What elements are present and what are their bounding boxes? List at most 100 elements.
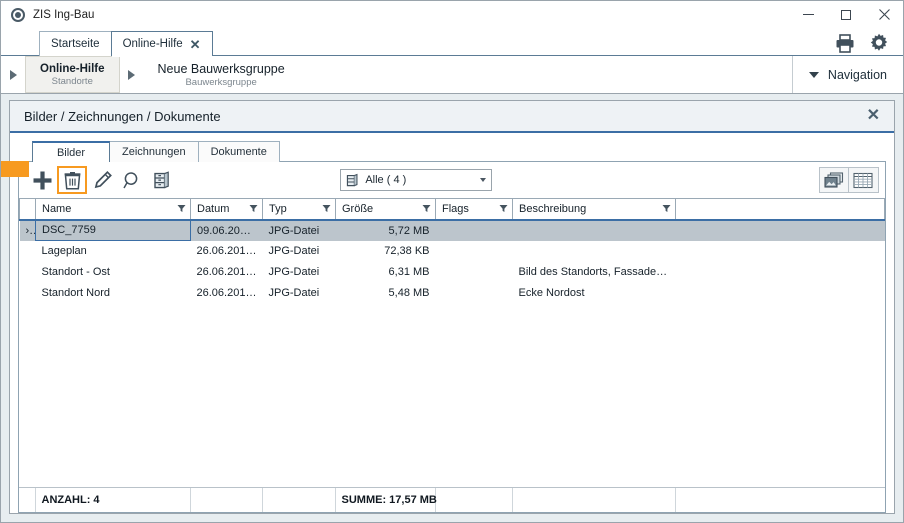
cell-typ: JPG-Datei (268, 245, 320, 257)
cell-groesse: 72,38 KB (384, 245, 430, 257)
breadcrumb-item-bauwerksgruppe[interactable]: Neue Bauwerksgruppe Bauwerksgruppe (144, 56, 299, 93)
filter-funnel-icon-groesse[interactable] (422, 204, 431, 213)
add-icon[interactable] (27, 166, 57, 194)
cell-datum: 26.06.2019 15:56 (196, 287, 263, 299)
panel-header: Bilder / Zeichnungen / Dokumente ✕ (10, 101, 894, 133)
document-tab-strip: Startseite Online-Hilfe ✕ (1, 28, 903, 57)
table-empty-area (19, 303, 885, 487)
tab-zeichnungen[interactable]: Zeichnungen (109, 141, 199, 162)
cell-datum: 26.06.2019 15:56 (196, 266, 263, 278)
tab-dokumente-label: Dokumente (210, 146, 267, 158)
search-magnifier-icon[interactable] (117, 166, 147, 194)
row-indicator (20, 262, 36, 283)
archive-cabinet-icon[interactable] (147, 166, 177, 194)
filter-funnel-icon-name[interactable] (177, 204, 186, 213)
page-title: Bilder / Zeichnungen / Dokumente (24, 108, 221, 124)
summary-blank-beschreibung (511, 488, 676, 512)
row-indicator: › (19, 219, 36, 241)
file-table-body: › DSC_7759 09.06.2016 10:34 JPG-Datei 5,… (19, 219, 885, 304)
cell-datum: 09.06.2016 10:34 (190, 219, 263, 241)
print-icon[interactable] (835, 33, 855, 53)
minimize-icon[interactable] (789, 1, 827, 28)
row-indicator (20, 283, 36, 304)
tab-startseite-label: Startseite (51, 38, 100, 50)
filter-funnel-icon-flags[interactable] (499, 204, 508, 213)
filter-funnel-icon-typ[interactable] (322, 204, 331, 213)
navigation-toggle[interactable]: Navigation (791, 56, 903, 93)
tab-startseite[interactable]: Startseite (39, 31, 112, 56)
tab-bilder-label: Bilder (56, 146, 86, 159)
table-row[interactable]: › DSC_7759 09.06.2016 10:34 JPG-Datei 5,… (19, 219, 885, 241)
tab-bilder[interactable]: Bilder (32, 141, 110, 163)
column-header-name[interactable]: Name (35, 198, 191, 221)
breadcrumb-arrow-icon-2[interactable] (120, 56, 144, 93)
cell-name: Standort Nord (41, 287, 110, 299)
summary-sum: SUMME: 17,57 MB (334, 488, 437, 512)
breadcrumb-arrow-icon[interactable] (1, 56, 25, 93)
summary-blank-typ (261, 488, 336, 512)
table-row[interactable]: Standort Nord 26.06.2019 15:56 JPG-Datei… (20, 283, 885, 304)
summary-blank-datum (189, 488, 263, 512)
view-mode-buttons (818, 167, 879, 193)
chevron-down-icon-filter (480, 178, 487, 182)
column-header-beschreibung[interactable]: Beschreibung (512, 198, 676, 221)
scope-filter-value: Alle ( 4 ) (365, 174, 407, 186)
grid-view-icon[interactable] (848, 167, 879, 193)
column-header-flags-label: Flags (442, 202, 469, 215)
cell-typ: JPG-Datei (268, 266, 320, 278)
cell-beschreibung: Ecke Nordost (518, 287, 585, 299)
file-table-header-row: Name Datum Typ Größe Flags Beschreibung (19, 198, 885, 221)
column-header-flags[interactable]: Flags (435, 198, 513, 221)
media-panel: Bilder / Zeichnungen / Dokumente ✕ Bilde… (9, 100, 895, 514)
navigation-toggle-label: Navigation (827, 67, 887, 82)
cell-spacer (676, 262, 885, 283)
cell-flags (435, 219, 513, 241)
breadcrumb-item-bauwerksgruppe-label: Neue Bauwerksgruppe (157, 61, 285, 76)
row-indicator-column-header (19, 198, 36, 221)
title-bar: ZIS Ing-Bau (1, 1, 903, 28)
cell-groesse: 6,31 MB (388, 266, 430, 278)
summary-table: ANZAHL: 4 SUMME: 17,57 MB (19, 488, 885, 512)
cell-groesse: 5,72 MB (335, 219, 436, 241)
edit-pencil-icon[interactable] (87, 166, 117, 194)
maximize-icon[interactable] (827, 1, 865, 28)
archive-cabinet-icon-small (346, 173, 359, 188)
thumbnail-view-icon[interactable] (818, 167, 849, 193)
settings-gear-icon[interactable] (869, 33, 889, 53)
app-circle-icon (11, 7, 25, 22)
column-header-datum-label: Datum (197, 202, 230, 215)
table-row[interactable]: Lageplan 26.06.2019 15:56 JPG-Datei 72,3… (20, 241, 885, 262)
filter-funnel-icon-beschreibung[interactable] (662, 204, 671, 213)
breadcrumb: Online-Hilfe Standorte Neue Bauwerksgrup… (1, 56, 903, 94)
tab-close-icon[interactable]: ✕ (190, 38, 201, 51)
breadcrumb-item-bauwerksgruppe-sublabel: Bauwerksgruppe (185, 76, 257, 88)
tab-strip-tools (835, 33, 903, 56)
cell-beschreibung (512, 219, 676, 241)
summary-count: ANZAHL: 4 (34, 488, 191, 512)
cell-typ: JPG-Datei (268, 287, 320, 299)
panel-close-icon[interactable]: ✕ (863, 108, 884, 124)
cell-typ: JPG-Datei (262, 219, 336, 241)
cell-spacer (675, 219, 885, 241)
column-header-groesse[interactable]: Größe (335, 198, 436, 221)
file-table-wrapper: Name Datum Typ Größe Flags Beschreibung … (19, 198, 885, 487)
panel-body: Bilder Zeichnungen Dokumente Alle (4) … (10, 133, 894, 513)
breadcrumb-item-online-hilfe[interactable]: Online-Hilfe Standorte (25, 56, 120, 93)
left-edge-highlight-marker (1, 161, 29, 177)
table-row[interactable]: Standort - Ost 26.06.2019 15:56 JPG-Date… (20, 262, 885, 283)
column-header-typ[interactable]: Typ (262, 198, 336, 221)
tab-online-hilfe-label: Online-Hilfe (122, 38, 183, 50)
column-header-spacer (675, 198, 885, 221)
column-header-groesse-label: Größe (342, 202, 374, 215)
tab-dokumente[interactable]: Dokumente (197, 141, 280, 162)
application-window: ZIS Ing-Bau Startseite Online-Hilfe ✕ On… (0, 0, 904, 523)
filter-funnel-icon-datum[interactable] (249, 204, 258, 213)
cell-flags (436, 262, 513, 283)
close-icon[interactable] (865, 1, 903, 28)
scope-filter-select[interactable]: Alle ( 4 ) (340, 169, 493, 191)
title-bar-left: ZIS Ing-Bau (1, 7, 94, 22)
body-area: Bilder / Zeichnungen / Dokumente ✕ Bilde… (1, 94, 903, 522)
delete-trash-icon[interactable] (57, 166, 87, 194)
column-header-datum[interactable]: Datum (190, 198, 263, 221)
tab-online-hilfe[interactable]: Online-Hilfe ✕ (110, 31, 213, 57)
